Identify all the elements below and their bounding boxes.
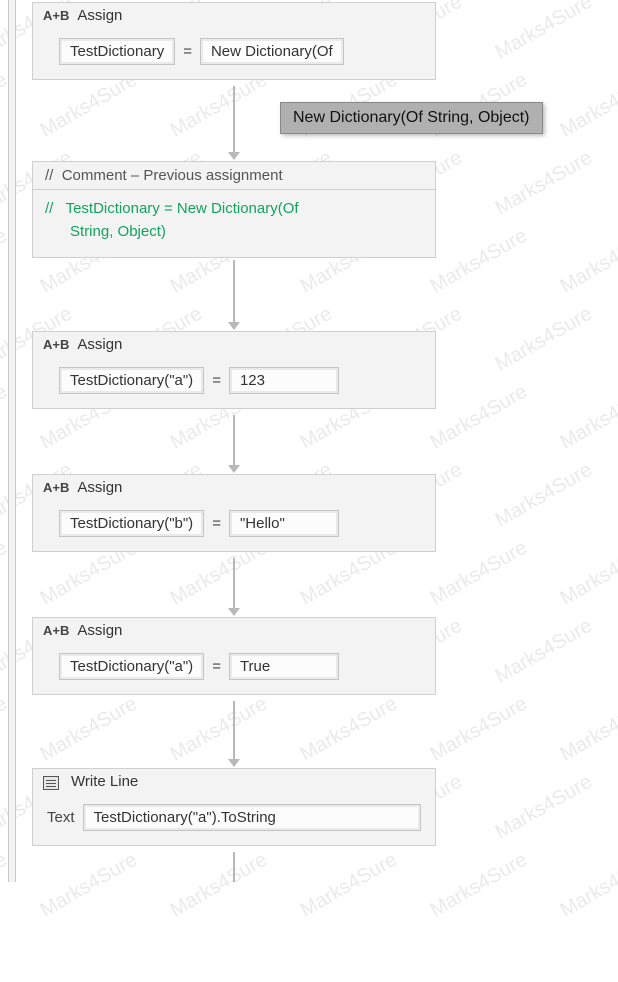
comment-line-1: TestDictionary = New Dictionary(Of xyxy=(66,200,299,217)
arrow-down-icon xyxy=(228,322,240,330)
activity-title: Assign xyxy=(77,622,122,639)
comment-activity[interactable]: // Comment – Previous assignment // Test… xyxy=(32,161,436,258)
text-label: Text xyxy=(47,809,75,826)
connector xyxy=(233,701,235,759)
activity-title: Assign xyxy=(77,479,122,496)
activity-title: Assign xyxy=(77,7,122,24)
tooltip-text: New Dictionary(Of String, Object) xyxy=(293,109,530,126)
comment-body-prefix: // xyxy=(45,200,53,217)
write-line-text-field[interactable]: TestDictionary("a").ToString xyxy=(83,804,421,831)
write-line-activity[interactable]: Write Line Text TestDictionary("a").ToSt… xyxy=(32,768,436,846)
comment-line-2: String, Object) xyxy=(70,223,166,240)
assign-value-field[interactable]: 123 xyxy=(229,367,339,394)
arrow-down-icon xyxy=(228,759,240,767)
connector xyxy=(233,852,235,882)
assign-to-field[interactable]: TestDictionary("a") xyxy=(59,653,204,680)
write-line-icon xyxy=(43,776,59,790)
equals-sign: = xyxy=(212,372,221,389)
assign-value-field[interactable]: New Dictionary(Of xyxy=(200,38,344,65)
connector xyxy=(233,86,235,152)
assign-to-field[interactable]: TestDictionary("a") xyxy=(59,367,204,394)
equals-sign: = xyxy=(212,658,221,675)
sequence-rail xyxy=(8,0,16,882)
equals-sign: = xyxy=(183,43,192,60)
assign-activity-3[interactable]: A+B Assign TestDictionary("b") = "Hello" xyxy=(32,474,436,552)
assign-icon: A+B xyxy=(43,623,69,638)
assign-value-field[interactable]: True xyxy=(229,653,339,680)
connector xyxy=(233,558,235,608)
assign-to-field[interactable]: TestDictionary("b") xyxy=(59,510,204,537)
assign-value-field[interactable]: "Hello" xyxy=(229,510,339,537)
assign-activity-4[interactable]: A+B Assign TestDictionary("a") = True xyxy=(32,617,436,695)
comment-title: Comment – Previous assignment xyxy=(62,167,283,184)
connector xyxy=(233,260,235,322)
connector xyxy=(233,415,235,465)
assign-icon: A+B xyxy=(43,337,69,352)
assign-activity-1[interactable]: A+B Assign TestDictionary = New Dictiona… xyxy=(32,2,436,80)
activity-title: Write Line xyxy=(71,773,138,790)
assign-to-field[interactable]: TestDictionary xyxy=(59,38,175,65)
assign-icon: A+B xyxy=(43,8,69,23)
equals-sign: = xyxy=(212,515,221,532)
arrow-down-icon xyxy=(228,152,240,160)
arrow-down-icon xyxy=(228,465,240,473)
assign-activity-2[interactable]: A+B Assign TestDictionary("a") = 123 xyxy=(32,331,436,409)
assign-icon: A+B xyxy=(43,480,69,495)
activity-title: Assign xyxy=(77,336,122,353)
tooltip: New Dictionary(Of String, Object) xyxy=(280,102,543,134)
arrow-down-icon xyxy=(228,608,240,616)
comment-prefix: // xyxy=(45,167,53,184)
